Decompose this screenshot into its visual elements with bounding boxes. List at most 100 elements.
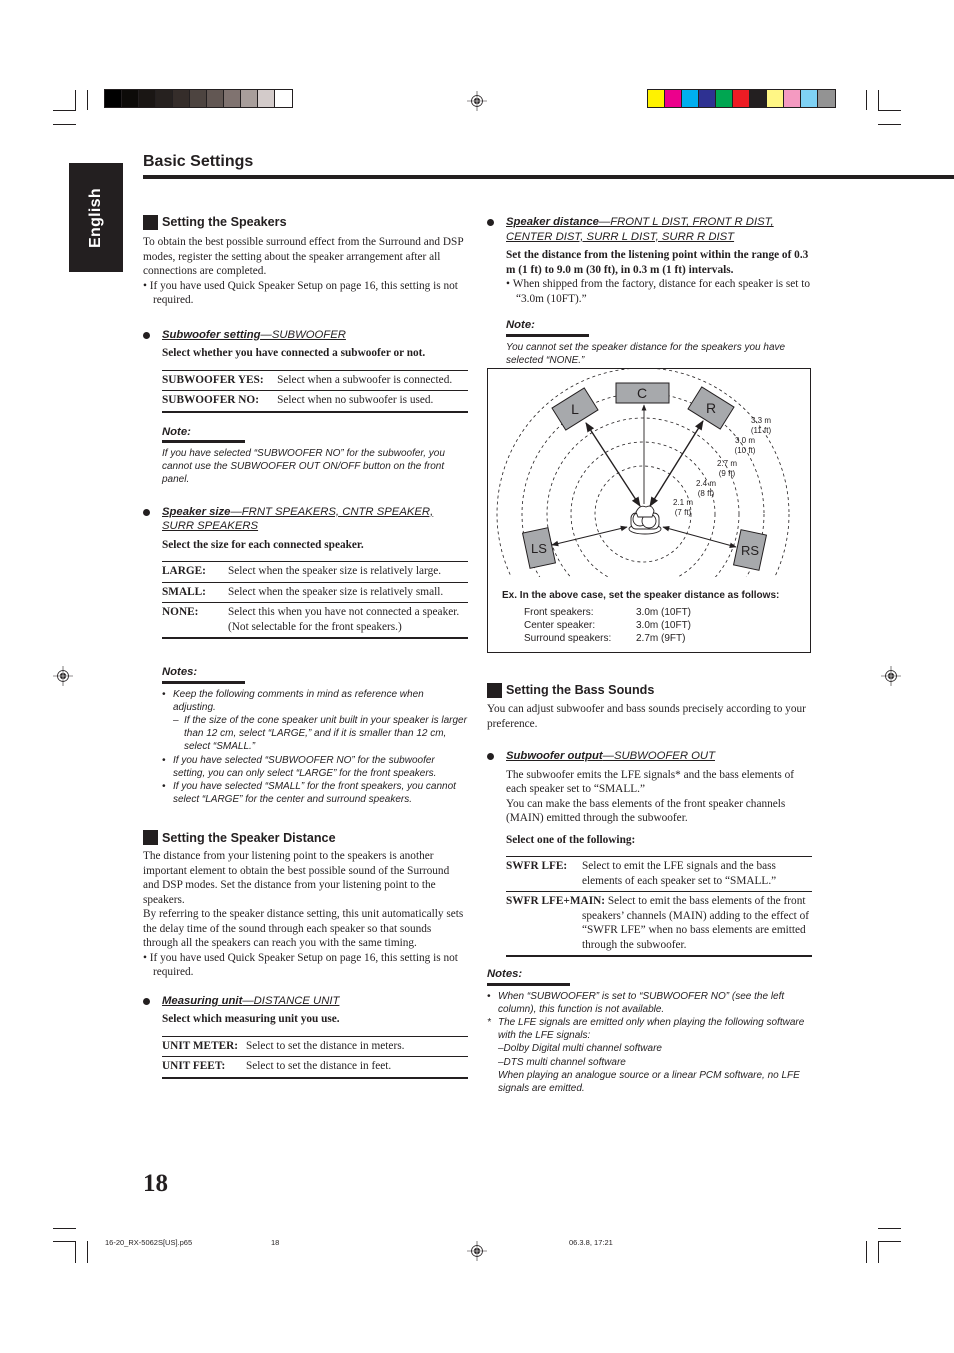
grayscale-swatch: [173, 90, 190, 107]
subwoofer-note: If you have selected “SUBWOOFER NO” for …: [162, 448, 445, 486]
ring-label-ft: (8 ft): [698, 489, 715, 498]
heading-square-icon: [143, 215, 158, 230]
grayscale-swatch-bar: [104, 89, 293, 108]
table-row: SMALL: Select when the speaker size is re…: [162, 582, 468, 604]
bass-section: Setting the Bass Sounds You can adjust s…: [487, 683, 812, 1095]
note-item: • When “SUBWOOFER” is set to “SUBWOOFER N…: [487, 990, 785, 1015]
distance-ring-3-0m: [521, 392, 765, 577]
speaker-distance-note: You cannot set the speaker distance for …: [506, 341, 786, 366]
item-heading-speaker-distance: Speaker distance—FRONT L DIST, FRONT R D…: [487, 215, 812, 244]
speaker-rs: RS: [732, 529, 768, 571]
arrow-to-r: [649, 420, 704, 507]
bullet-dot-icon: [143, 997, 150, 1005]
measuring-unit-options-table: UNIT METER: Select to set the distance in…: [162, 1035, 468, 1079]
bass-desc-1: The subwoofer emits the LFE signals* and…: [506, 768, 795, 796]
speaker-layout-svg: C L R LS RS 2.1 m (7 ft) 2.4 m (8 ft) 2.…: [496, 369, 790, 577]
ring-label-m: 2.1 m: [673, 498, 693, 507]
crop-mark: [53, 124, 76, 125]
svg-text:L: L: [571, 401, 579, 417]
color-swatch: [733, 90, 750, 107]
page-title: Basic Settings: [143, 153, 254, 170]
arrow-to-rs: [662, 525, 737, 549]
grayscale-swatch: [241, 90, 258, 107]
section-heading-speakers: Setting the Speakers: [143, 215, 468, 230]
speaker-r: R: [687, 386, 735, 430]
svg-text:C: C: [637, 385, 647, 401]
footer-filename: 16-20_RX-5062S[US].p65: [105, 1238, 193, 1247]
note-item: –DTS multi channel software: [498, 1056, 626, 1068]
grayscale-swatch: [258, 90, 275, 107]
color-swatch: [665, 90, 682, 107]
crop-mark: [87, 1241, 88, 1263]
table-row: SWFR LFE: Select to emit the LFE signals …: [506, 856, 812, 892]
note-heading: Note:: [506, 318, 589, 337]
ring-label-ft: (10 ft): [735, 446, 756, 455]
crop-mark: [866, 90, 867, 110]
note-item: –Dolby Digital multi channel software: [498, 1043, 662, 1055]
ring-label-ft: (7 ft): [675, 508, 692, 517]
crop-mark: [866, 1241, 867, 1263]
table-row: SUBWOOFER NO: Select when no subwoofer is…: [162, 390, 468, 413]
bass-options-table: SWFR LFE: Select to emit the LFE signals …: [506, 856, 812, 957]
note-item: When playing an analogue source or a lin…: [498, 1069, 800, 1094]
example-row: Center speaker: 3.0m (10FT): [524, 620, 692, 631]
bullet-dot-icon: [143, 331, 150, 339]
color-swatch: [699, 90, 716, 107]
distance-bullet: • If you have used Quick Speaker Setup o…: [143, 951, 458, 979]
item-heading-speaker-size: Speaker size—FRNT SPEAKERS, CNTR SPEAKER…: [143, 505, 468, 534]
example-heading: Ex. In the above case, set the speaker d…: [502, 590, 780, 601]
bullet-dot-icon: [487, 753, 494, 760]
color-swatch: [750, 90, 767, 107]
note-item: • If you have selected “SUBWOOFER NO” for…: [162, 754, 437, 779]
example-row: Front speakers: 3.0m (10FT): [524, 607, 692, 618]
item-heading-subwoofer-setting: Subwoofer setting—SUBWOOFER: [143, 328, 468, 343]
arrow-to-ls: [551, 525, 628, 547]
notes-heading: Notes:: [162, 665, 245, 684]
bass-notes: • When “SUBWOOFER” is set to “SUBWOOFER N…: [487, 990, 812, 1096]
language-tab-label: English: [87, 187, 104, 248]
bass-instruction: Select one of the following:: [506, 833, 636, 846]
note-heading: Note:: [162, 425, 245, 443]
crop-mark: [87, 90, 88, 110]
grayscale-swatch: [190, 90, 207, 107]
speaker-distance-instruction: Set the distance from the listening poin…: [506, 249, 809, 276]
speaker-size-options-table: LARGE: Select when the speaker size is re…: [162, 561, 468, 640]
speaker-size-notes: • Keep the following comments in mind as …: [162, 688, 468, 807]
ring-label-ft: (9 ft): [719, 469, 736, 478]
listener-icon: [628, 505, 662, 535]
subwoofer-instruction: Select whether you have connected a subw…: [162, 347, 426, 359]
grayscale-swatch: [105, 90, 122, 107]
crop-mark: [53, 110, 76, 111]
ring-label-ft: (11 ft): [751, 426, 772, 435]
item-heading-measuring-unit: Measuring unit—DISTANCE UNIT: [143, 994, 468, 1009]
color-swatch: [818, 90, 835, 107]
section-heading-bass: Setting the Bass Sounds: [487, 683, 812, 698]
speakers-bullet: • If you have used Quick Speaker Setup o…: [143, 279, 458, 307]
bullet-dot-icon: [487, 219, 494, 226]
page-number: 18: [143, 1170, 168, 1197]
speakers-intro: To obtain the best possible surround eff…: [143, 236, 464, 277]
arrow-to-l: [585, 422, 641, 507]
table-row: SWFR LFE+MAIN: Select to emit the bass e…: [506, 891, 812, 957]
note-subitem: – If the size of the cone speaker unit bu…: [173, 715, 467, 753]
registration-mark-icon: [881, 666, 901, 686]
example-row: Surround speakers: 2.7m (9FT): [524, 633, 686, 644]
diagram-example: Ex. In the above case, set the speaker d…: [502, 589, 779, 645]
svg-text:LS: LS: [531, 541, 547, 556]
table-row: NONE: Select this when you have not conne…: [162, 602, 468, 640]
speaker-c: C: [615, 382, 670, 404]
grayscale-swatch: [139, 90, 156, 107]
distance-intro-2: By referring to the speaker distance set…: [143, 908, 464, 950]
ring-label-m: 2.7 m: [717, 459, 737, 468]
ring-label-m: 3.0 m: [735, 436, 755, 445]
registration-mark-icon: [53, 666, 73, 686]
speaker-l: L: [551, 387, 599, 431]
svg-text:R: R: [706, 400, 716, 416]
grayscale-swatch: [224, 90, 241, 107]
distance-ring-2-7m: [546, 417, 740, 577]
speaker-size-instruction: Select the size for each connected speak…: [162, 538, 364, 551]
crop-mark: [53, 1241, 76, 1242]
left-column: Setting the Speakers To obtain the best …: [143, 215, 468, 1079]
language-tab: English: [69, 163, 123, 272]
table-row: UNIT METER: Select to set the distance in…: [162, 1035, 468, 1058]
